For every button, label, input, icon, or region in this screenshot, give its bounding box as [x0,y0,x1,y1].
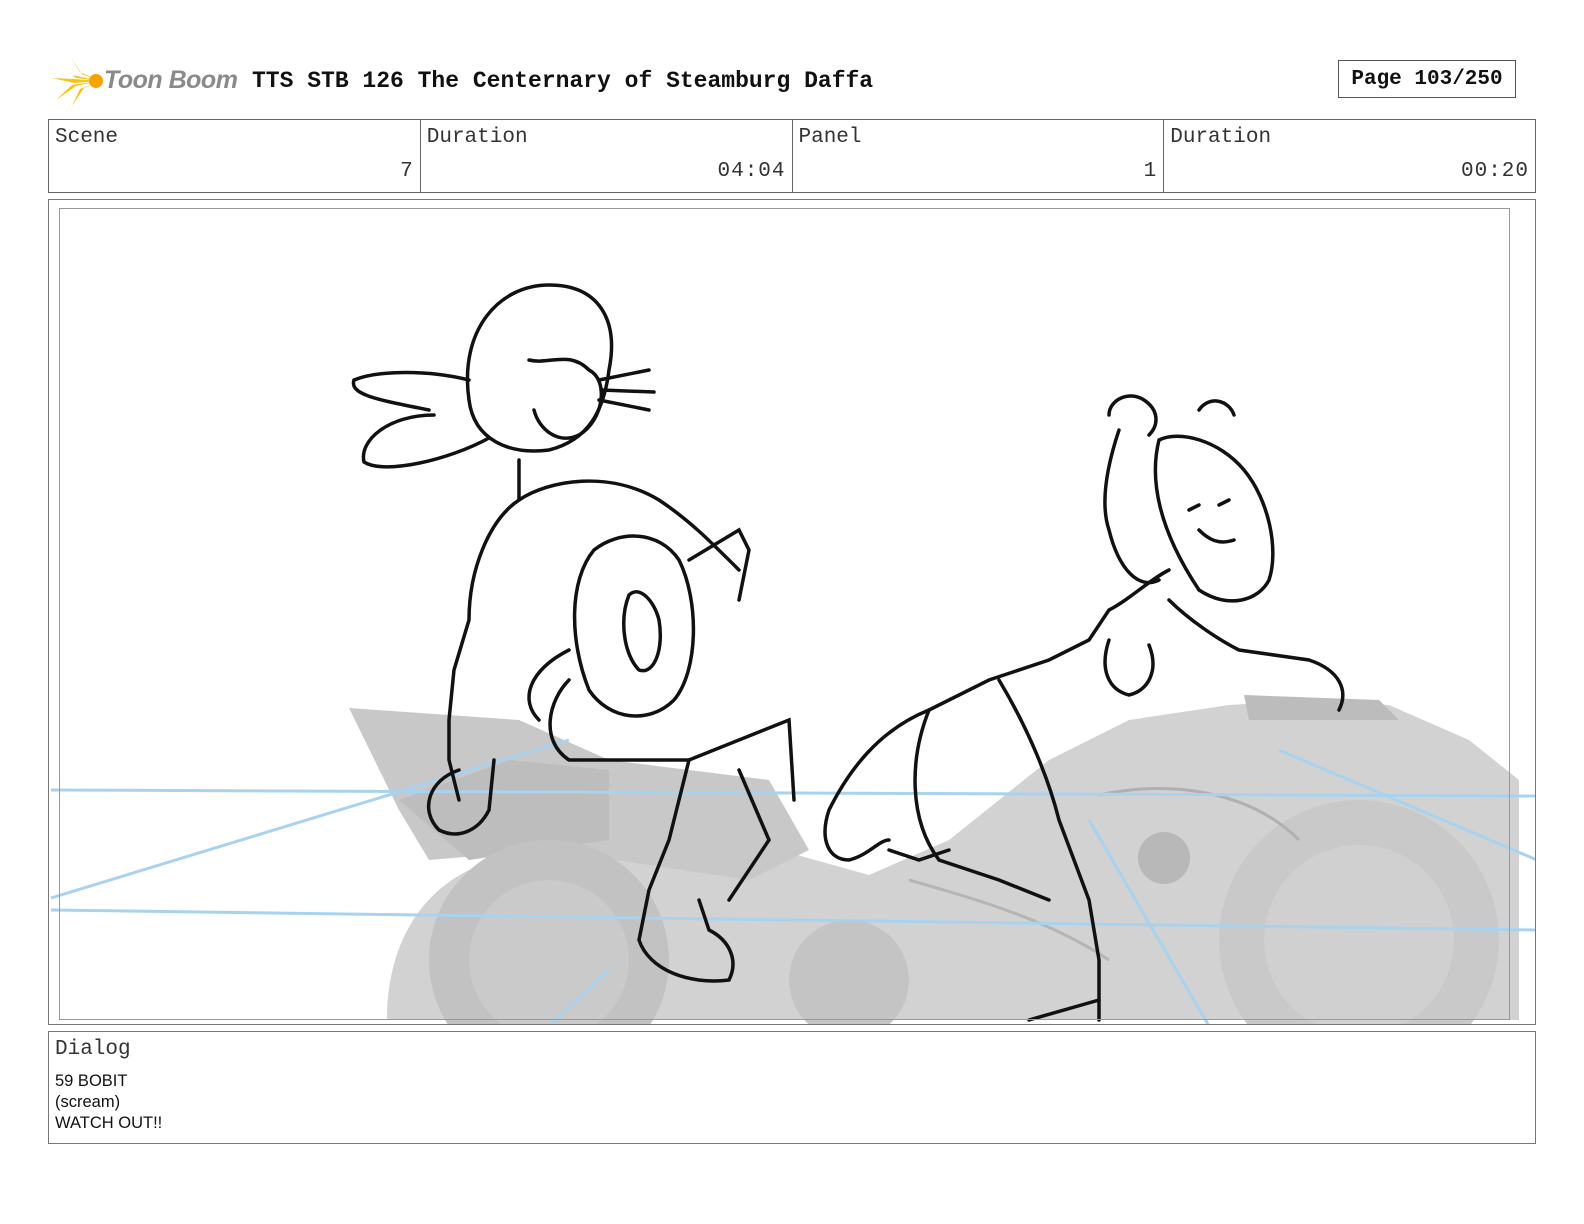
dialog-lines: 59 BOBIT (scream) WATCH OUT!! [55,1071,162,1134]
panel-duration-label: Duration [1170,126,1272,149]
page-number: Page 103/250 [1338,60,1516,98]
scene-cell: Scene 7 [49,120,421,192]
panel-duration-cell: Duration 00:20 [1164,120,1535,192]
starburst-icon [52,56,103,106]
panel-label: Panel [798,126,862,149]
motorcycle-model [349,695,1519,1024]
panel-value: 1 [1143,160,1158,183]
scene-duration-label: Duration [426,126,528,149]
panel-duration-value: 00:20 [1460,160,1529,183]
logo-text: Toon Boom [104,66,238,94]
storyboard-header: Toon Boom TTS STB 126 The Centernary of … [52,56,1532,106]
dialog-line-speech: WATCH OUT!! [55,1114,163,1132]
panel-sketch [50,283,1535,1024]
document-title: TTS STB 126 The Centernary of Steamburg … [252,68,874,94]
scene-label: Scene [55,126,119,149]
dialog-line-direction: (scream) [55,1093,121,1111]
scene-duration-value: 04:04 [717,160,786,183]
panel-info-table: Scene 7 Duration 04:04 Panel 1 Duration … [48,119,1536,193]
dialog-box: Dialog 59 BOBIT (scream) WATCH OUT!! [48,1031,1536,1144]
scene-duration-cell: Duration 04:04 [421,120,793,192]
scene-value: 7 [400,160,414,183]
dialog-line-character: 59 BOBIT [55,1072,128,1090]
storyboard-panel [48,199,1536,1025]
panel-cell: Panel 1 [793,120,1165,192]
dialog-label: Dialog [55,1038,131,1061]
toon-boom-logo: Toon Boom [52,56,242,106]
